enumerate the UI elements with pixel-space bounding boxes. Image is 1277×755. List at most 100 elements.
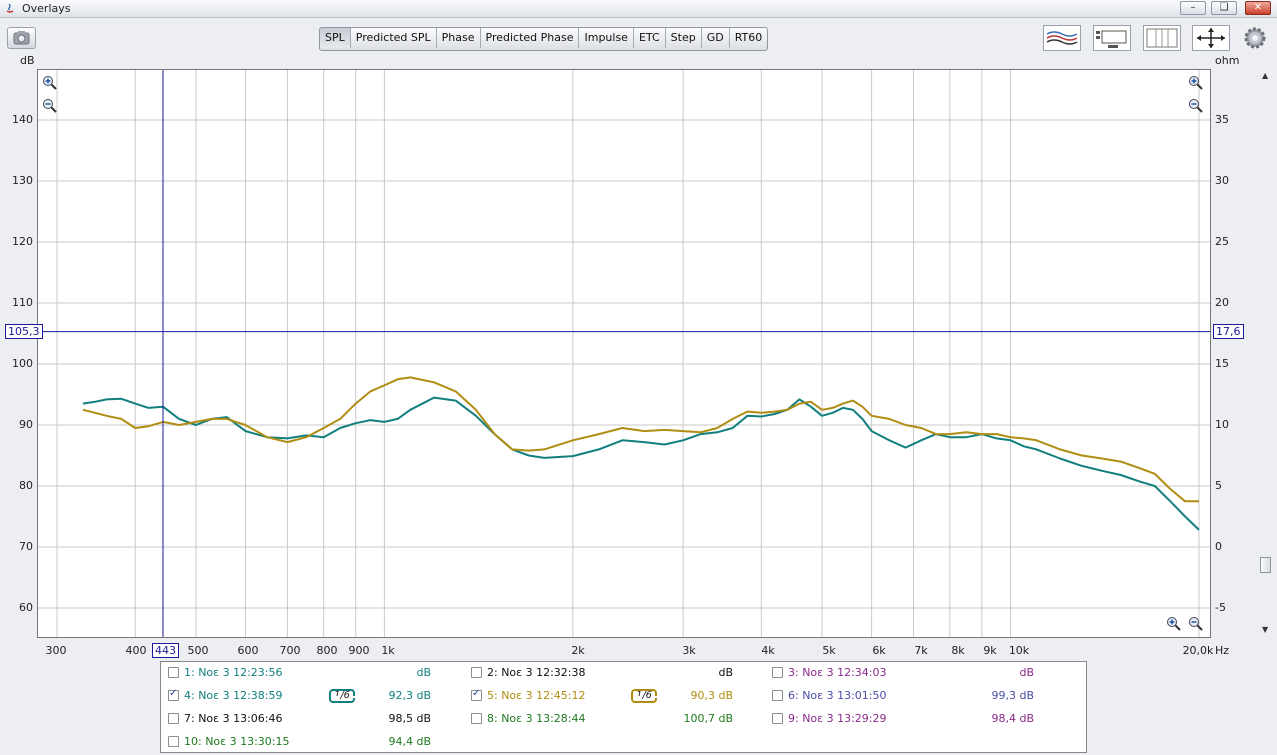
measurement-checkbox[interactable] [471, 688, 482, 701]
zoom-out-icon[interactable] [42, 98, 58, 114]
controls-icon [1096, 30, 1127, 48]
measurement-label: 9: Νοε 3 13:29:29 [788, 712, 887, 725]
scroll-down-icon[interactable]: ▼ [1262, 625, 1268, 634]
curves-icon [1046, 31, 1078, 45]
tab-etc[interactable]: ETC [634, 28, 666, 48]
cursor-y-left-label: 105,3 [5, 324, 43, 339]
zoom-in-right-icon[interactable] [1188, 75, 1204, 91]
measurement-value: 98,5 dB [388, 712, 431, 725]
measurement-checkbox[interactable] [168, 688, 179, 701]
left-tick-label: 140 [12, 113, 33, 126]
controls-button[interactable] [1093, 25, 1131, 51]
measurement-label: 2: Νοε 3 12:32:38 [487, 666, 586, 679]
window-title: Overlays [22, 2, 71, 15]
scroll-thumb[interactable] [1260, 557, 1271, 573]
left-tick-label: 130 [12, 174, 33, 187]
right-tick-label: 20 [1215, 296, 1229, 309]
measurement-label: 6: Νοε 3 13:01:50 [788, 689, 887, 702]
java-app-icon [6, 3, 14, 13]
measurement-checkbox[interactable] [772, 690, 783, 701]
measurement-label: 4: Νοε 3 12:38:59 [184, 689, 283, 702]
measurement-checkbox[interactable] [168, 736, 179, 747]
minimize-button[interactable]: – [1180, 1, 1206, 15]
right-tick-label: 15 [1215, 357, 1229, 370]
cursor-x-label: 443 [152, 643, 179, 658]
title-bar: Overlays – ❏ ✕ [0, 0, 1277, 18]
measurement-value: 94,4 dB [388, 735, 431, 748]
tab-predicted-phase[interactable]: Predicted Phase [481, 28, 580, 48]
measurement-value: 90,3 dB [690, 689, 733, 702]
smoothing-badge[interactable]: 1/6 [631, 689, 658, 703]
x-tick-label: 7k [914, 644, 928, 657]
smoothing-badge[interactable]: 1/6 [329, 689, 356, 703]
measurement-value: dB [1019, 666, 1034, 679]
left-tick-label: 90 [19, 418, 33, 431]
right-tick-label: 10 [1215, 418, 1229, 431]
camera-icon [13, 31, 30, 45]
overlay-curves-button[interactable] [1043, 25, 1081, 51]
right-tick-label: 5 [1215, 479, 1222, 492]
left-tick-label: 80 [19, 479, 33, 492]
x-tick-label: 900 [348, 644, 370, 657]
cursor-y-right-label: 17,6 [1213, 324, 1244, 339]
measurement-value: dB [416, 666, 431, 679]
measurement-checkbox[interactable] [471, 713, 482, 724]
tab-spl[interactable]: SPL [320, 28, 351, 48]
zoom-out-right-icon[interactable] [1188, 98, 1204, 114]
gear-icon[interactable] [1243, 26, 1267, 50]
measurement-label: 1: Νοε 3 12:23:56 [184, 666, 283, 679]
x-tick-label: 800 [316, 644, 338, 657]
tab-phase[interactable]: Phase [437, 28, 481, 48]
left-tick-label: 120 [12, 235, 33, 248]
measurement-checkbox[interactable] [772, 713, 783, 724]
measurement-value: 98,4 dB [991, 712, 1034, 725]
zoom-in-icon[interactable] [42, 75, 58, 91]
x-tick-label: 700 [279, 644, 301, 657]
measurement-checkbox[interactable] [772, 667, 783, 678]
tab-rt60[interactable]: RT60 [730, 28, 768, 48]
right-axis-unit: ohm [1215, 54, 1240, 67]
right-tick-label: 35 [1215, 113, 1229, 126]
zoom-in-x-icon[interactable] [1166, 616, 1182, 632]
spl-plot-area[interactable] [37, 69, 1211, 638]
graph-tabs: SPL Predicted SPL Phase Predicted Phase … [319, 27, 769, 51]
zoom-out-x-icon[interactable] [1188, 616, 1204, 632]
x-tick-label: 3k [682, 644, 696, 657]
x-tick-label: 10k [1008, 644, 1030, 657]
measurement-label: 8: Νοε 3 13:28:44 [487, 712, 586, 725]
series-line [82, 396, 1200, 531]
measurement-value: 99,3 dB [991, 689, 1034, 702]
close-button[interactable]: ✕ [1245, 1, 1271, 15]
x-tick-label: 4k [761, 644, 775, 657]
scroll-up-icon[interactable]: ▲ [1262, 71, 1268, 80]
x-tick-label: 2k [571, 644, 585, 657]
x-tick-label: 1k [381, 644, 395, 657]
x-tick-label: 500 [187, 644, 209, 657]
tab-gd[interactable]: GD [702, 28, 730, 48]
x-tick-label: 8k [951, 644, 965, 657]
measurement-value: dB [718, 666, 733, 679]
left-tick-label: 110 [12, 296, 33, 309]
measurement-label: 5: Νοε 3 12:45:12 [487, 689, 586, 702]
columns-button[interactable] [1143, 25, 1181, 51]
measurement-checkbox[interactable] [168, 713, 179, 724]
measurement-value: 92,3 dB [388, 689, 431, 702]
tab-step[interactable]: Step [666, 28, 702, 48]
right-tick-label: 0 [1215, 540, 1222, 553]
capture-button[interactable] [7, 27, 36, 49]
x-tick-label: 5k [822, 644, 836, 657]
fit-view-button[interactable] [1192, 25, 1230, 51]
measurement-label: 7: Νοε 3 13:06:46 [184, 712, 283, 725]
measurement-checkbox[interactable] [471, 667, 482, 678]
measurement-checkbox[interactable] [168, 667, 179, 678]
left-tick-label: 70 [19, 540, 33, 553]
maximize-button[interactable]: ❏ [1211, 1, 1237, 15]
tab-predicted-spl[interactable]: Predicted SPL [351, 28, 437, 48]
vertical-scrollbar[interactable]: ▲ ▼ [1259, 69, 1273, 638]
x-tick-label: 20,0k [1182, 644, 1214, 657]
x-axis-unit: Hz [1215, 644, 1230, 657]
spl-chart [38, 70, 1210, 637]
tab-impulse[interactable]: Impulse [579, 28, 634, 48]
columns-icon [1146, 28, 1178, 48]
right-tick-label: 25 [1215, 235, 1229, 248]
